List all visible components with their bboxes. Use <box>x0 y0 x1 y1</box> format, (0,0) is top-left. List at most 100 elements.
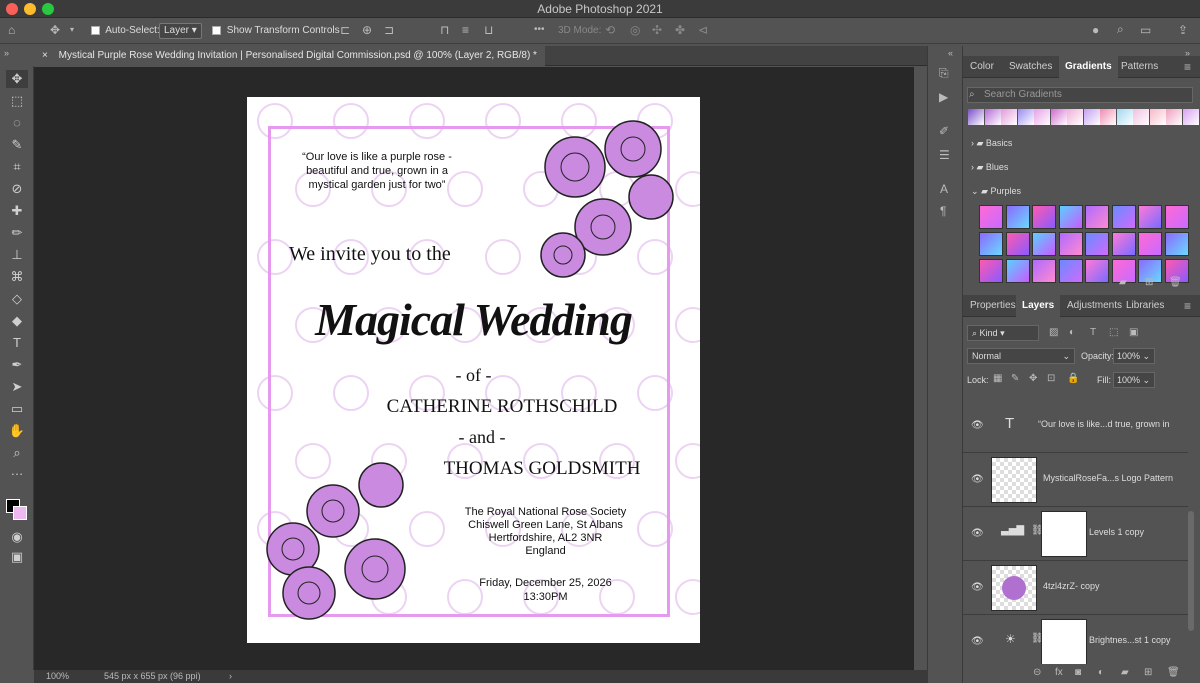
eye-icon[interactable]: 👁 <box>971 528 984 539</box>
type-tool-icon[interactable]: T <box>6 334 28 352</box>
gradient-swatch[interactable] <box>1138 232 1162 256</box>
layers-scrollbar[interactable] <box>1188 511 1194 631</box>
fill-input[interactable]: 100% ⌄ <box>1113 372 1155 388</box>
folder-blues[interactable]: › ▰ Blues <box>971 158 1008 176</box>
lock-position-icon[interactable]: ✥ <box>1029 372 1037 386</box>
filter-kind-dropdown[interactable]: ⌕ Kind ▾ <box>967 325 1039 341</box>
new-folder-icon[interactable]: ▰ <box>1119 276 1127 290</box>
layers-menu-icon[interactable]: ≡ <box>1184 299 1191 313</box>
invitation-document[interactable]: “Our love is like a purple rose - beauti… <box>247 97 700 643</box>
tab-libraries[interactable]: Libraries <box>1120 295 1170 317</box>
paragraph-panel-icon[interactable]: ¶ <box>940 204 946 218</box>
transform-controls-checkbox[interactable] <box>212 25 221 35</box>
layer-row[interactable]: 👁 4tzl4zrZ- copy <box>963 561 1188 615</box>
gradient-swatch[interactable] <box>1058 259 1083 283</box>
3d-rotate-icon[interactable]: ⟲ <box>605 23 615 37</box>
recent-gradient-swatch[interactable] <box>1182 109 1199 125</box>
layer-row[interactable]: 👁 ▃▅▇ ⛓ Levels 1 copy <box>963 507 1188 561</box>
tab-color[interactable]: Color <box>964 56 1000 78</box>
lock-image-icon[interactable]: ✎ <box>1011 372 1019 386</box>
layer-row[interactable]: 👁 MysticalRoseFa...s Logo Pattern <box>963 453 1188 507</box>
align-middle-icon[interactable]: ≡ <box>462 23 469 37</box>
user-profile-icon[interactable]: ● <box>1092 23 1099 37</box>
home-icon[interactable]: ⌂ <box>8 23 15 37</box>
filter-pixel-icon[interactable]: ▨ <box>1049 326 1058 340</box>
actions-panel-icon[interactable]: ▶ <box>939 90 948 104</box>
gradient-swatch[interactable] <box>1005 259 1030 283</box>
eraser-icon[interactable]: ◇ <box>6 290 28 308</box>
edit-toolbar-icon[interactable]: … <box>6 462 28 480</box>
gradient-swatch[interactable] <box>979 205 1003 229</box>
healing-brush-icon[interactable]: ✚ <box>6 202 28 220</box>
adjust-panel-icon[interactable]: ☰ <box>939 148 950 162</box>
gradient-swatch[interactable] <box>1058 232 1083 256</box>
gradient-swatch[interactable] <box>1058 205 1083 229</box>
add-mask-icon[interactable]: ◙ <box>1075 666 1081 680</box>
gradient-swatch[interactable] <box>1085 259 1109 283</box>
marquee-tool-icon[interactable]: ⬚ <box>6 92 28 110</box>
gradient-swatch[interactable] <box>1005 232 1030 256</box>
filter-smart-icon[interactable]: ▣ <box>1129 326 1138 340</box>
layer-row[interactable]: 👁 T “Our love is like...d true, grown in <box>963 399 1188 453</box>
gradient-swatch[interactable] <box>1111 205 1136 229</box>
lock-artboard-icon[interactable]: ⊡ <box>1047 372 1055 386</box>
layer-row[interactable]: 👁 ☀ ⛓ Brightnes...st 1 copy <box>963 615 1188 664</box>
filter-adjust-icon[interactable]: ◐ <box>1069 326 1075 340</box>
align-top-icon[interactable]: ⊓ <box>440 23 449 37</box>
recent-gradient-swatch[interactable] <box>1050 109 1067 125</box>
zoom-level[interactable]: 100% <box>46 670 69 683</box>
gradient-tool-icon[interactable]: ◆ <box>6 312 28 330</box>
new-group-icon[interactable]: ▰ <box>1121 666 1129 680</box>
eye-icon[interactable]: 👁 <box>971 420 984 431</box>
opacity-input[interactable]: 100% ⌄ <box>1113 348 1155 364</box>
more-options-icon[interactable]: ••• <box>534 23 545 37</box>
3d-roll-icon[interactable]: ◎ <box>630 23 640 37</box>
new-adjustment-icon[interactable]: ◐ <box>1098 666 1104 680</box>
tab-swatches[interactable]: Swatches <box>1003 56 1058 78</box>
hand-tool-icon[interactable]: ✋ <box>6 422 28 440</box>
eye-icon[interactable]: 👁 <box>971 636 984 647</box>
move-tool-icon[interactable]: ✥ <box>50 23 60 37</box>
zoom-tool-icon[interactable]: ⌕ <box>6 444 28 462</box>
auto-select-checkbox[interactable] <box>91 25 100 35</box>
share-icon[interactable]: ⇪ <box>1178 23 1188 37</box>
recent-gradient-swatch[interactable] <box>1133 109 1149 125</box>
clone-stamp-icon[interactable]: ⊥ <box>6 246 28 264</box>
gradient-swatch[interactable] <box>1085 205 1109 229</box>
status-chevron-icon[interactable]: › <box>229 670 232 683</box>
history-panel-icon[interactable]: ⎘ <box>939 66 949 80</box>
align-center-icon[interactable]: ⊕ <box>362 23 372 37</box>
gradient-swatch[interactable] <box>979 259 1003 283</box>
gradient-swatch[interactable] <box>1138 205 1162 229</box>
recent-gradient-swatch[interactable] <box>1100 109 1116 125</box>
search-icon[interactable]: ⌕ <box>1117 22 1124 36</box>
recent-gradient-swatch[interactable] <box>1034 109 1050 125</box>
folder-purples[interactable]: ⌄ ▰ Purples <box>971 182 1021 200</box>
background-color-swatch[interactable] <box>13 506 27 520</box>
recent-gradient-swatch[interactable] <box>1017 109 1034 125</box>
screen-mode-icon[interactable]: ▣ <box>6 548 28 566</box>
auto-select-dropdown[interactable]: Layer ▾ <box>159 23 202 39</box>
blend-mode-dropdown[interactable]: Normal ⌄ <box>967 348 1075 364</box>
delete-layer-icon[interactable]: 🗑 <box>1167 666 1180 680</box>
rectangle-tool-icon[interactable]: ▭ <box>6 400 28 418</box>
character-panel-icon[interactable]: A <box>940 182 948 196</box>
align-left-icon[interactable]: ⊏ <box>340 23 350 37</box>
workspace-icon[interactable]: ▭ <box>1140 23 1151 37</box>
recent-gradient-swatch[interactable] <box>968 109 984 125</box>
gradient-swatch[interactable] <box>1005 205 1030 229</box>
gradient-swatch[interactable] <box>1164 232 1189 256</box>
gradient-swatch[interactable] <box>1164 205 1189 229</box>
gradient-swatch[interactable] <box>1032 259 1056 283</box>
delete-gradient-icon[interactable]: 🗑 <box>1169 276 1182 290</box>
new-gradient-icon[interactable]: ⊞ <box>1145 276 1153 290</box>
eye-icon[interactable]: 👁 <box>971 582 984 593</box>
history-brush-icon[interactable]: ⌘ <box>6 268 28 286</box>
panel-menu-icon[interactable]: ≡ <box>1184 60 1191 74</box>
3d-slide-icon[interactable]: ✤ <box>675 23 685 37</box>
brushes-panel-icon[interactable]: ✐ <box>939 124 949 138</box>
gradient-swatch[interactable] <box>1085 232 1109 256</box>
tab-gradients[interactable]: Gradients <box>1059 56 1118 78</box>
collapse-panels-icon[interactable]: « <box>948 46 953 60</box>
lasso-tool-icon[interactable]: ◌ <box>6 114 28 132</box>
